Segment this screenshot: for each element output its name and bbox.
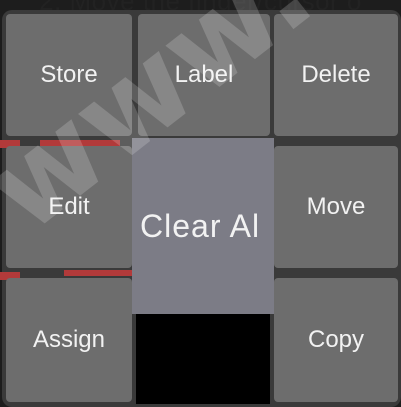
clear-all-button[interactable]: Clear Al <box>132 138 274 314</box>
label-button[interactable]: Label <box>138 14 270 136</box>
copy-button[interactable]: Copy <box>274 278 398 402</box>
screenshot-stage: 2. Move the finger/cursor o Store Label … <box>0 0 401 407</box>
move-button[interactable]: Move <box>274 146 398 268</box>
assign-button[interactable]: Assign <box>6 278 132 402</box>
edit-button[interactable]: Edit <box>6 146 132 268</box>
store-button[interactable]: Store <box>6 14 132 136</box>
background-red-strip <box>64 270 132 276</box>
delete-button[interactable]: Delete <box>274 14 398 136</box>
empty-slot <box>136 314 270 404</box>
